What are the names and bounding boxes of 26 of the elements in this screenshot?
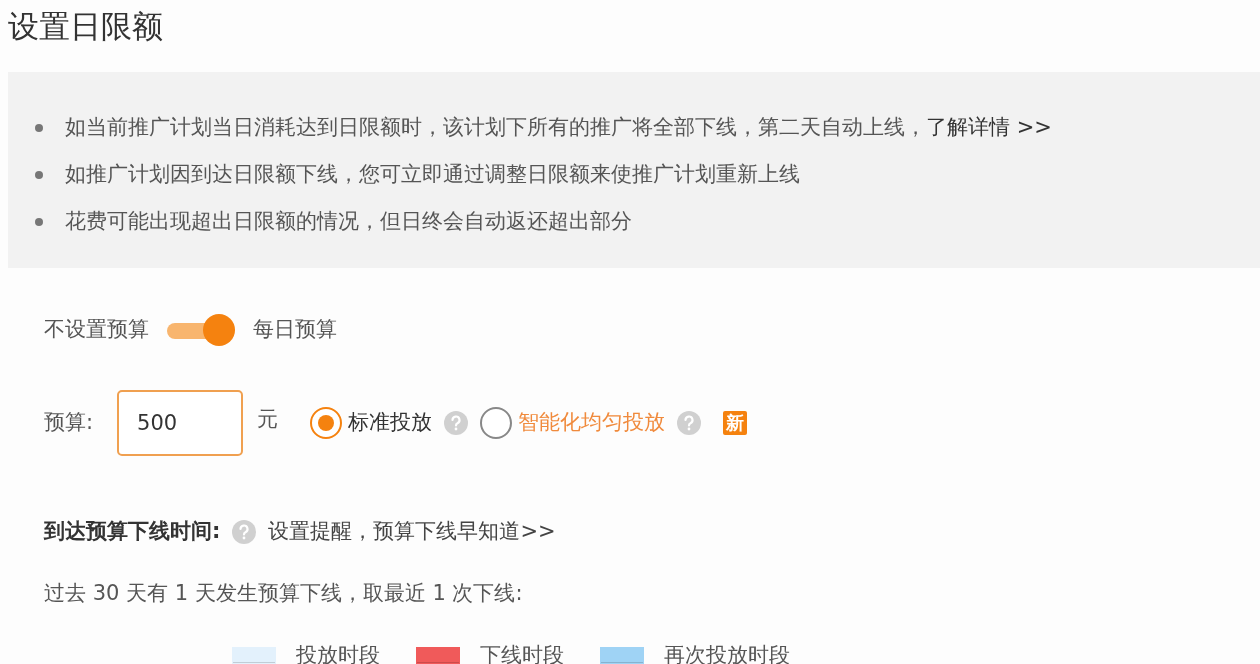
radio-label: 智能化均匀投放 <box>518 409 666 437</box>
summary-text: 过去 30 天有 1 天发生预算下线，取最近 1 次下线: <box>44 581 523 605</box>
unit-label: 元 <box>257 406 279 433</box>
bullet-icon <box>35 217 43 226</box>
radio-button[interactable] <box>310 407 343 439</box>
notice-text: 如当前推广计划当日消耗达到日限额时，该计划下所有的推广将全部下线，第二天自动上线， <box>65 113 926 141</box>
bullet-icon <box>35 123 43 132</box>
toggle-label: 不设置预算 <box>44 316 149 344</box>
section-heading: 到达预算下线时间: <box>44 518 221 546</box>
help-icon[interactable] <box>444 411 469 435</box>
radio-label: 标准投放 <box>348 409 433 437</box>
new-badge: 新 <box>723 411 748 435</box>
field-label: 预算: <box>44 409 94 437</box>
page-title: 设置日限额 <box>7 7 164 46</box>
learn-more-link[interactable]: 了解详情 >> <box>926 111 1052 144</box>
help-icon[interactable] <box>232 520 257 544</box>
budget-input[interactable]: 500 <box>117 390 244 456</box>
toggle-label: 每日预算 <box>253 316 337 344</box>
budget-toggle[interactable] <box>167 314 235 346</box>
reminder-link[interactable]: 设置提醒，预算下线早知道>> <box>268 516 556 548</box>
notice-text: 花费可能出现超出日限额的情况，但日终会自动返还超出部分 <box>65 207 632 235</box>
legend-label: 下线时段 <box>480 642 564 664</box>
radio-button[interactable] <box>480 407 513 439</box>
bullet-icon <box>35 170 43 179</box>
notice-text: 如推广计划因到达日限额下线，您可立即通过调整日限额来使推广计划重新上线 <box>65 160 800 188</box>
help-icon[interactable] <box>677 411 702 435</box>
